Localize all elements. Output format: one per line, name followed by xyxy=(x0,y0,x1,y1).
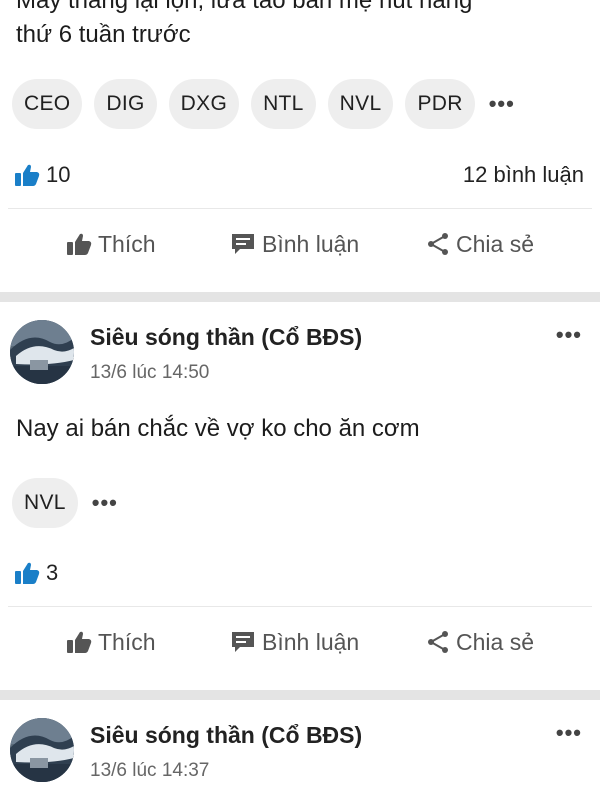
share-button[interactable]: Chia sẻ xyxy=(426,629,534,656)
tag-nvl[interactable]: NVL xyxy=(12,478,78,528)
avatar-image xyxy=(10,718,74,782)
post-time: 13/6 lúc 14:37 xyxy=(90,760,210,781)
post-stats: 10 12 bình luận xyxy=(14,162,584,188)
thumbs-up-icon xyxy=(15,164,40,186)
tag-dig[interactable]: DIG xyxy=(94,79,157,129)
divider xyxy=(8,606,592,607)
post-stats: 3 xyxy=(14,560,584,586)
tag-ceo[interactable]: CEO xyxy=(12,79,83,129)
like-label: Thích xyxy=(98,628,156,655)
avatar[interactable] xyxy=(10,718,74,782)
thumbs-up-icon xyxy=(15,562,40,584)
more-icon[interactable]: ••• xyxy=(556,720,582,746)
comment-count[interactable]: 12 bình luận xyxy=(463,162,584,188)
like-count-value: 10 xyxy=(46,162,71,187)
thumbs-up-icon xyxy=(67,233,92,255)
share-button[interactable]: Chia sẻ xyxy=(426,231,534,258)
post-time: 13/6 lúc 14:50 xyxy=(90,362,210,383)
comment-button[interactable]: Bình luận xyxy=(230,231,359,258)
divider xyxy=(8,208,592,209)
like-count[interactable]: 3 xyxy=(14,560,58,586)
share-icon xyxy=(428,631,448,653)
share-label: Chia sẻ xyxy=(456,628,534,655)
post-2: Siêu sóng thần (Cổ BĐS) 13/6 lúc 14:50 •… xyxy=(0,302,600,690)
share-label: Chia sẻ xyxy=(456,230,534,257)
post-header: Siêu sóng thần (Cổ BĐS) 13/6 lúc 14:37 •… xyxy=(10,718,590,788)
like-label: Thích xyxy=(98,230,156,257)
avatar-image xyxy=(10,320,74,384)
more-tags-icon[interactable]: ••• xyxy=(489,93,515,115)
tag-ntl[interactable]: NTL xyxy=(251,79,316,129)
comment-icon xyxy=(232,632,254,652)
like-button[interactable]: Thích xyxy=(66,629,156,656)
comment-label: Bình luận xyxy=(262,628,360,655)
tag-nvl[interactable]: NVL xyxy=(327,79,394,129)
comment-icon xyxy=(232,234,254,254)
avatar[interactable] xyxy=(10,320,74,384)
tag-dxg[interactable]: DXG xyxy=(168,79,240,129)
ticker-tags: NVL ••• xyxy=(12,478,118,528)
more-tags-icon[interactable]: ••• xyxy=(92,492,118,514)
author-name[interactable]: Siêu sóng thần (Cổ BĐS) xyxy=(90,722,362,749)
share-icon xyxy=(428,233,448,255)
thumbs-up-icon xyxy=(67,631,92,653)
post-1: Mấy tháng lại lộn, lừa tao bán mẹ hút hà… xyxy=(0,0,600,292)
more-icon[interactable]: ••• xyxy=(556,322,582,348)
comment-label: Bình luận xyxy=(262,230,360,257)
post-text-line-1: Mấy tháng lại lộn, lừa tao bán mẹ hút hà… xyxy=(16,0,473,14)
like-count[interactable]: 10 xyxy=(14,162,70,188)
post-text: Mấy tháng lại lộn, lừa tao bán mẹ hút hà… xyxy=(16,0,584,52)
post-separator xyxy=(0,292,600,302)
author-name[interactable]: Siêu sóng thần (Cổ BĐS) xyxy=(90,324,362,351)
ticker-tags: CEO DIG DXG NTL NVL PDR ••• xyxy=(12,79,515,129)
like-button[interactable]: Thích xyxy=(66,231,156,258)
comment-button[interactable]: Bình luận xyxy=(230,629,359,656)
post-header: Siêu sóng thần (Cổ BĐS) 13/6 lúc 14:50 •… xyxy=(10,320,590,390)
post-3: Siêu sóng thần (Cổ BĐS) 13/6 lúc 14:37 •… xyxy=(0,700,600,800)
like-count-value: 3 xyxy=(46,560,59,585)
post-separator xyxy=(0,690,600,700)
post-text: Nay ai bán chắc về vợ ko cho ăn cơm xyxy=(16,415,420,442)
tag-pdr[interactable]: PDR xyxy=(405,79,475,129)
post-text-line-2: thứ 6 tuần trước xyxy=(16,21,191,48)
